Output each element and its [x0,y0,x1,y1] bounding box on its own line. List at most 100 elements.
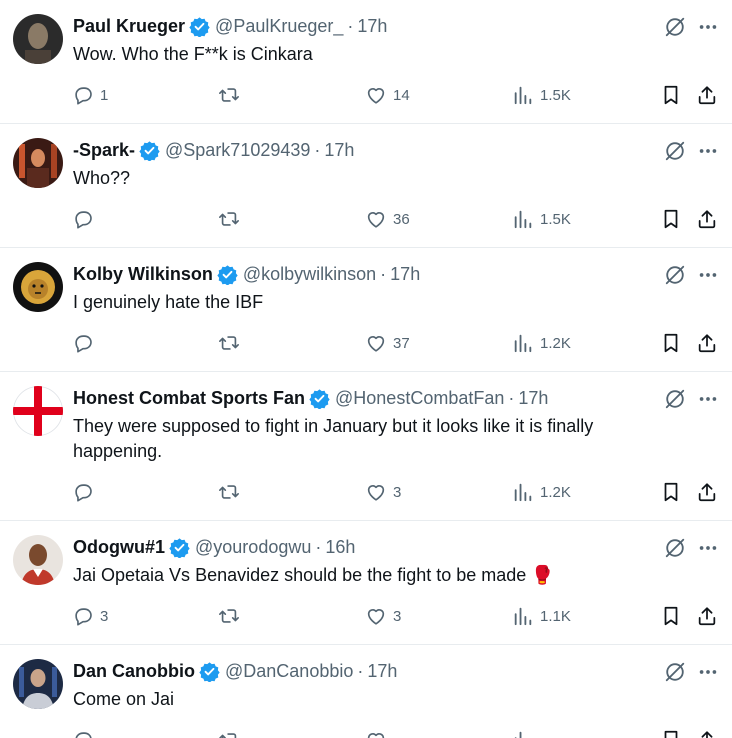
like-button[interactable]: 37 [365,331,410,355]
like-button[interactable]: 14 [365,83,410,107]
share-button[interactable] [696,480,718,504]
views-button[interactable]: 1.5K [512,207,571,231]
retweet-button[interactable] [218,83,246,107]
action-bar: 3 1.2K [72,480,722,504]
user-handle[interactable]: @kolbywilkinson [243,264,376,285]
views-count: 1.5K [540,210,571,228]
more-icon[interactable] [696,388,720,410]
heart-icon [367,212,385,228]
tweet[interactable]: Odogwu#1 @yourodogwu · 16h Jai Opetaia V… [0,521,732,645]
bookmark-button[interactable] [660,331,682,355]
timestamp[interactable]: 17h [518,388,548,409]
avatar[interactable] [13,386,63,436]
avatar[interactable] [13,14,63,64]
user-handle[interactable]: @Spark71029439 [165,140,310,161]
separator-dot: · [357,660,364,681]
views-button[interactable] [512,728,540,738]
like-button[interactable] [365,728,393,738]
more-icon[interactable] [696,16,720,38]
like-button[interactable]: 3 [365,480,401,504]
avatar[interactable] [13,535,63,585]
avatar[interactable] [13,262,63,312]
retweet-button[interactable] [218,207,246,231]
timestamp[interactable]: 17h [324,140,354,161]
bookmark-button[interactable] [660,728,682,738]
separator-dot: · [314,139,321,160]
retweet-button[interactable] [218,480,246,504]
reply-icon [75,484,92,502]
reply-icon [75,211,92,229]
heart-icon [367,336,385,352]
display-name[interactable]: Kolby Wilkinson [73,264,213,285]
more-icon[interactable] [696,140,720,162]
timestamp[interactable]: 16h [325,537,355,558]
reply-button[interactable] [72,207,100,231]
user-handle[interactable]: @DanCanobbio [225,661,353,682]
timestamp[interactable]: 17h [367,661,397,682]
display-name[interactable]: Odogwu#1 [73,537,165,558]
more-icon[interactable] [696,264,720,286]
display-name[interactable]: Paul Krueger [73,16,185,37]
grok-icon[interactable] [664,661,686,683]
tweet[interactable]: -Spark- @Spark71029439 · 17h Who?? 36 1.… [0,124,732,248]
retweet-icon [219,733,237,738]
timestamp[interactable]: 17h [390,264,420,285]
share-button[interactable] [696,331,718,355]
grok-icon[interactable] [664,264,686,286]
retweet-button[interactable] [218,728,246,738]
views-button[interactable]: 1.1K [512,604,571,628]
timestamp[interactable]: 17h [357,16,387,37]
separator-dot: · [347,15,354,36]
bookmark-icon [664,730,678,738]
share-icon [698,334,716,353]
reply-button[interactable]: 1 [72,83,108,107]
bookmark-button[interactable] [660,207,682,231]
tweet[interactable]: Kolby Wilkinson @kolbywilkinson · 17h I … [0,248,732,372]
grok-icon[interactable] [664,140,686,162]
tweet-text: They were supposed to fight in January b… [73,416,594,461]
retweet-icon [219,212,239,226]
tweet-header: Paul Krueger @PaulKrueger_ · 17h [73,14,387,38]
tweet[interactable]: Honest Combat Sports Fan @HonestCombatFa… [0,372,732,521]
user-handle[interactable]: @PaulKrueger_ [215,16,343,37]
views-count: 1.2K [540,483,571,501]
more-icon[interactable] [696,661,720,683]
display-name[interactable]: -Spark- [73,140,135,161]
like-button[interactable]: 3 [365,604,401,628]
bookmark-button[interactable] [660,83,682,107]
grok-icon[interactable] [664,537,686,559]
retweet-icon [219,609,239,623]
share-button[interactable] [696,728,718,738]
views-button[interactable]: 1.2K [512,331,571,355]
reply-button[interactable] [72,480,100,504]
bookmark-icon [664,606,678,626]
reply-button[interactable]: 3 [72,604,108,628]
bookmark-button[interactable] [660,604,682,628]
user-handle[interactable]: @HonestCombatFan [335,388,504,409]
views-button[interactable]: 1.5K [512,83,571,107]
views-count: 1.5K [540,86,571,104]
reply-button[interactable] [72,331,100,355]
views-button[interactable]: 1.2K [512,480,571,504]
more-icon[interactable] [696,537,720,559]
share-button[interactable] [696,83,718,107]
grok-icon[interactable] [664,388,686,410]
display-name[interactable]: Honest Combat Sports Fan [73,388,305,409]
avatar[interactable] [13,138,63,188]
share-button[interactable] [696,604,718,628]
share-button[interactable] [696,207,718,231]
avatar[interactable] [13,659,63,709]
verified-badge-icon [309,388,330,409]
bookmark-button[interactable] [660,480,682,504]
display-name[interactable]: Dan Canobbio [73,661,195,682]
tweet[interactable]: Paul Krueger @PaulKrueger_ · 17h Wow. Wh… [0,0,732,124]
user-handle[interactable]: @yourodogwu [195,537,311,558]
retweet-button[interactable] [218,604,246,628]
reply-button[interactable] [72,728,100,738]
like-button[interactable]: 36 [365,207,410,231]
like-count: 14 [393,86,410,104]
share-icon [698,607,716,626]
retweet-button[interactable] [218,331,246,355]
tweet[interactable]: Dan Canobbio @DanCanobbio · 17h Come on … [0,645,732,738]
grok-icon[interactable] [664,16,686,38]
